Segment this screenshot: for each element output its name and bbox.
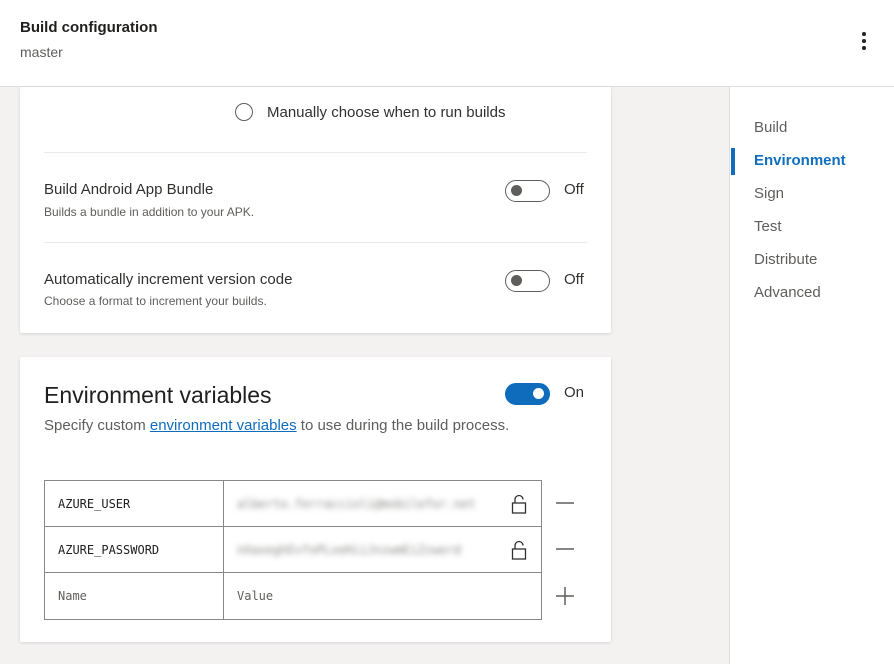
new-variable-name-input[interactable]: Name: [45, 573, 224, 619]
minus-icon[interactable]: [555, 539, 575, 559]
divider: [44, 152, 587, 153]
environment-variables-card: Environment variables On Specify custom …: [20, 357, 611, 642]
nav-item-test[interactable]: Test: [754, 218, 782, 235]
desc-text: Specify custom: [44, 417, 150, 434]
manual-trigger-option[interactable]: Manually choose when to run builds: [235, 103, 505, 121]
variable-name-field[interactable]: AZURE_USER: [45, 481, 224, 526]
environment-variables-link[interactable]: environment variables: [150, 417, 297, 434]
section-title: Environment variables: [44, 382, 272, 408]
table-row: AZURE_PASSWORD nXaxeghEvfoPLxeHiiJnzwmEi…: [45, 527, 541, 573]
variable-value-field[interactable]: nXaxeghEvfoPLxeHiiJnzwmEiZzwerd: [224, 527, 541, 572]
nav-item-distribute[interactable]: Distribute: [754, 251, 817, 268]
radio-label: Manually choose when to run builds: [267, 103, 506, 121]
bundle-title: Build Android App Bundle: [44, 181, 214, 198]
build-settings-card: Manually choose when to run builds Build…: [20, 87, 611, 333]
plus-icon[interactable]: [555, 586, 575, 606]
bundle-toggle[interactable]: [505, 180, 550, 202]
nav-item-environment[interactable]: Environment: [754, 152, 846, 169]
lock-icon[interactable]: [511, 494, 527, 514]
nav-item-advanced[interactable]: Advanced: [754, 284, 821, 301]
new-variable-value-input[interactable]: Value: [224, 573, 541, 619]
increment-desc: Choose a format to increment your builds…: [44, 294, 267, 308]
minus-icon[interactable]: [555, 493, 575, 513]
nav-item-build[interactable]: Build: [754, 119, 787, 136]
table-row: AZURE_USER alberto.ferraccioli@mobilefor…: [45, 481, 541, 527]
value-placeholder: Value: [237, 589, 274, 603]
increment-toggle-label: Off: [564, 271, 584, 288]
branch-name: master: [20, 44, 63, 60]
table-row-new: Name Value: [45, 573, 541, 619]
variable-value-field[interactable]: alberto.ferraccioli@mobilefor.net: [224, 481, 541, 526]
increment-toggle[interactable]: [505, 270, 550, 292]
desc-text: to use during the build process.: [296, 417, 510, 434]
bundle-desc: Builds a bundle in addition to your APK.: [44, 205, 255, 219]
env-toggle[interactable]: [505, 383, 550, 405]
variable-name-field[interactable]: AZURE_PASSWORD: [45, 527, 224, 572]
page-header: Build configuration master: [0, 0, 894, 87]
divider: [44, 242, 587, 243]
page-title: Build configuration: [20, 19, 158, 36]
section-description: Specify custom environment variables to …: [44, 414, 514, 438]
more-vertical-icon[interactable]: [852, 28, 876, 54]
bundle-toggle-label: Off: [564, 181, 584, 198]
active-indicator: [731, 148, 735, 175]
env-toggle-label: On: [564, 384, 585, 401]
env-variables-table: AZURE_USER alberto.ferraccioli@mobilefor…: [44, 480, 542, 620]
section-nav: Build Environment Sign Test Distribute A…: [729, 87, 894, 664]
increment-title: Automatically increment version code: [44, 271, 293, 288]
name-placeholder: Name: [58, 589, 87, 603]
lock-icon[interactable]: [511, 540, 527, 560]
radio-button[interactable]: [235, 103, 253, 121]
secret-value: alberto.ferraccioli@mobilefor.net: [237, 496, 476, 511]
secret-value: nXaxeghEvfoPLxeHiiJnzwmEiZzwerd: [237, 542, 461, 557]
nav-item-sign[interactable]: Sign: [754, 185, 784, 202]
